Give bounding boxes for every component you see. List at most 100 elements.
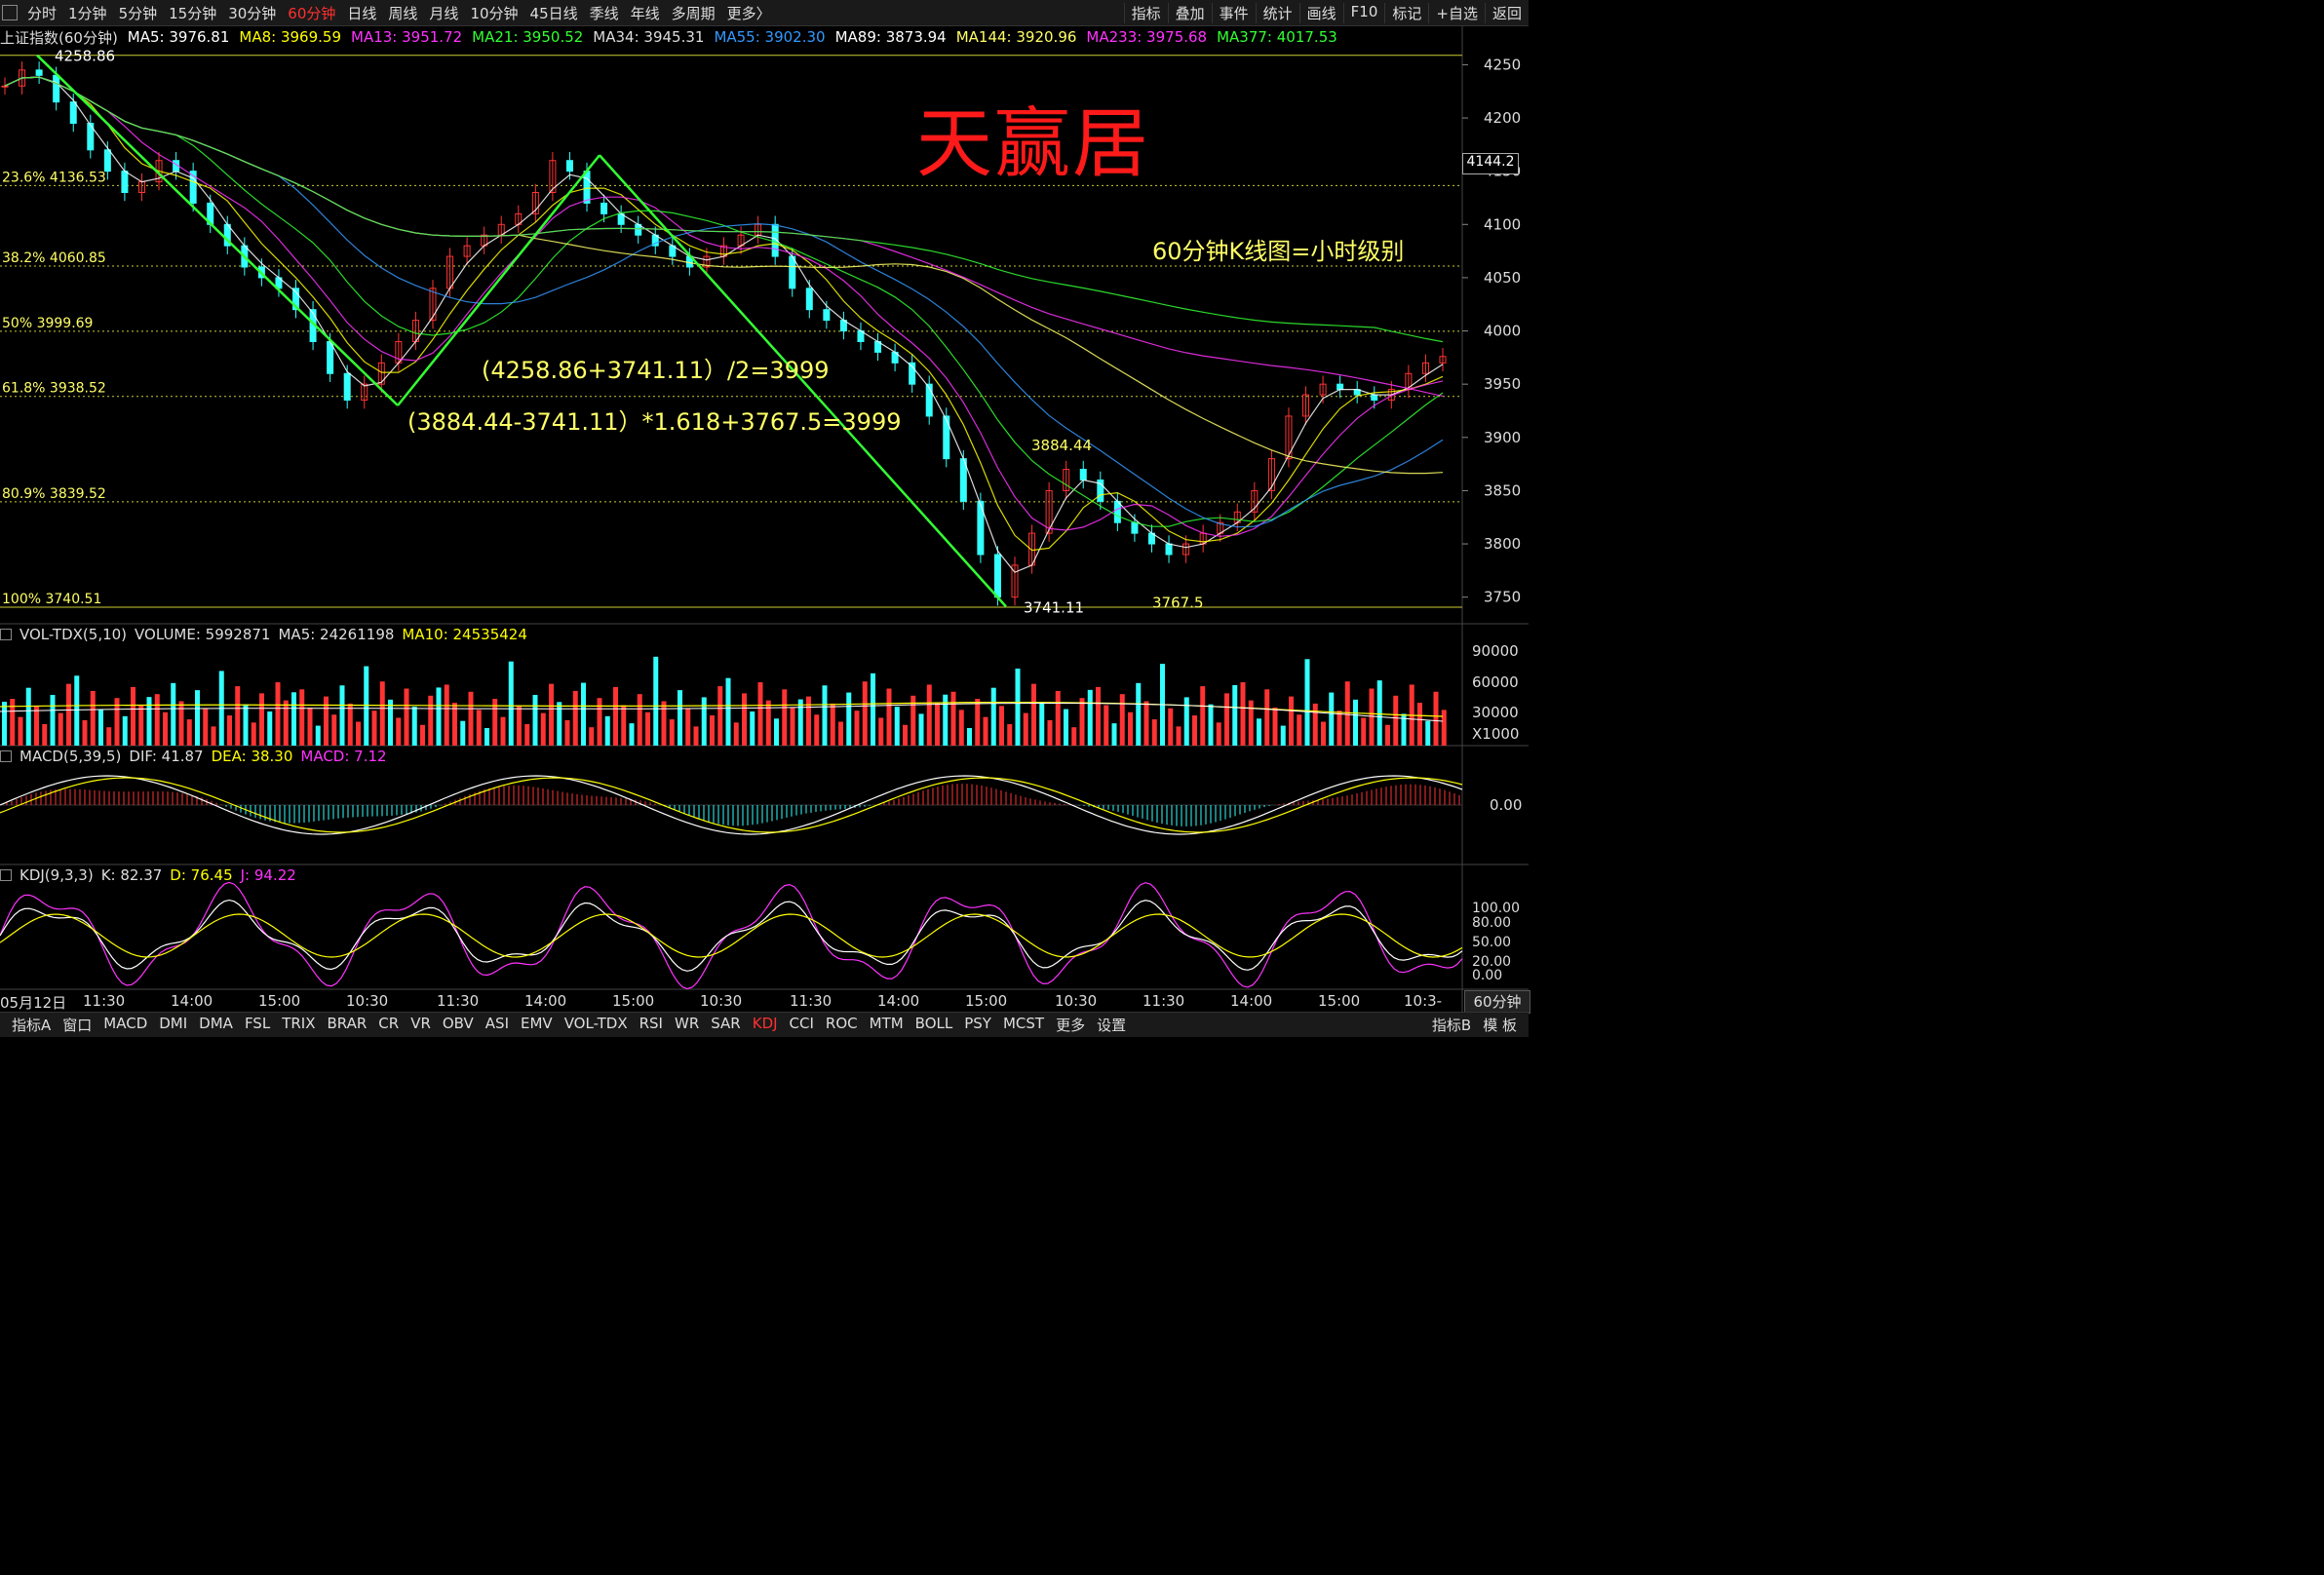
volume-bar [131,686,136,746]
volume-bar [371,711,377,746]
volume-bar [307,707,313,746]
volume-bar [894,707,900,746]
indicator-tab[interactable]: WR [669,1015,705,1035]
watermark: 天赢居 [916,100,1151,188]
volume-bar [1361,717,1367,746]
volume-bar [846,692,852,746]
indicator-side-button[interactable]: 模 板 [1477,1015,1523,1035]
indicator-tab[interactable]: BRAR [321,1015,372,1035]
volume-bar [1344,681,1350,746]
volume-bar [356,721,361,746]
volume-bar [572,690,578,746]
candle-body [805,288,813,311]
collapse-icon[interactable] [0,869,12,881]
time-tick-label: 05月12日 [0,994,67,1012]
volume-bar [1055,690,1061,746]
volume-bar [1369,688,1375,746]
volume-bar [1280,725,1286,746]
price-tick-label: 3950 [1484,375,1521,393]
indicator-tab[interactable]: MCST [997,1015,1050,1035]
timeframe-button[interactable]: 60分钟 [1464,990,1530,1014]
vol-ma10: MA10: 24535424 [402,626,527,643]
fib-label: 23.6% 4136.53 [2,170,106,185]
indicator-tab[interactable]: EMV [515,1015,559,1035]
indicator-tab[interactable]: 窗口 [57,1015,97,1035]
collapse-icon[interactable] [0,750,12,762]
indicator-tab[interactable]: TRIX [276,1015,321,1035]
calc-note-2: (3884.44-3741.11）*1.618+3767.5=3999 [407,408,902,436]
volume-bar [324,696,329,746]
volume-bar [195,690,200,746]
indicator-tab[interactable]: ASI [480,1015,515,1035]
indicator-tab[interactable]: DMA [193,1015,239,1035]
volume-bar [211,726,216,746]
indicator-tab[interactable]: KDJ [747,1015,784,1035]
volume-bar [500,716,506,746]
collapse-icon[interactable] [0,629,12,640]
indicator-tab[interactable]: ROC [820,1015,864,1035]
indicator-tab[interactable]: FSL [239,1015,276,1035]
volume-bar [990,687,996,746]
indicator-tab[interactable]: VOL-TDX [559,1015,634,1035]
candle-body [343,372,351,402]
indicator-tab[interactable]: OBV [437,1015,480,1035]
vol-volume: VOLUME: 5992871 [135,626,271,643]
volume-bar [122,715,128,746]
volume-bar [2,702,7,746]
current-price-tag: 4144.2 [1462,153,1519,174]
indicator-tab[interactable]: SAR [705,1015,746,1035]
vol-ma5: MA5: 24261198 [278,626,395,643]
volume-bar [347,703,353,746]
fib-label: 61.8% 3938.52 [2,381,106,397]
volume-bar [25,687,31,746]
indicator-tab[interactable]: VR [405,1015,437,1035]
volume-bar [669,719,675,746]
volume-bar [90,690,96,746]
volume-bar [629,723,635,746]
volume-bar [1079,698,1085,746]
volume-bar [1031,683,1036,746]
volume-bar [1297,714,1302,746]
volume-bar [186,719,192,746]
volume-bar [154,694,160,746]
indicator-tab[interactable]: CR [372,1015,405,1035]
volume-bar [1096,686,1101,746]
volume-bar [1336,711,1342,746]
indicator-tab[interactable]: BOLL [910,1015,959,1035]
volume-bar [404,688,409,746]
volume-bar [1216,722,1221,746]
candle-body [943,415,950,460]
candle-body [53,74,60,103]
volume-bar [58,712,63,746]
volume-tick-label: 90000 [1472,642,1519,660]
indicator-tab[interactable]: RSI [634,1015,669,1035]
fib-label: 38.2% 4060.85 [2,250,106,266]
indicator-tab[interactable]: MTM [864,1015,910,1035]
volume-bar [331,714,337,746]
indicator-tab[interactable]: 更多 [1050,1015,1091,1035]
volume-bar [98,709,103,746]
time-tick-label: 14:00 [524,992,567,1010]
ma-line [4,76,1444,343]
volume-bar [66,683,71,746]
secondary-low-label: 3767.5 [1152,595,1204,612]
volume-bar [589,727,595,746]
price-tick-label: 3800 [1484,535,1521,553]
time-tick-label: 10:30 [346,992,389,1010]
candle-body [565,160,573,173]
indicator-tab[interactable]: PSY [958,1015,997,1035]
indicator-tab[interactable]: MACD [97,1015,153,1035]
volume-bar [267,711,273,746]
indicator-tab[interactable]: 设置 [1091,1015,1132,1035]
volume-bar [420,724,425,746]
volume-bar [918,713,924,746]
volume-bar [138,705,144,746]
volume-bar [1264,689,1270,746]
indicator-tab[interactable]: 指标A [6,1015,57,1035]
indicator-side-button[interactable]: 指标B [1426,1015,1477,1035]
indicator-tab[interactable]: CCI [784,1015,820,1035]
price-tick-label: 4000 [1484,323,1521,340]
indicator-tab[interactable]: DMI [153,1015,193,1035]
zigzag-line [36,54,399,406]
volume-bar [1039,702,1045,746]
